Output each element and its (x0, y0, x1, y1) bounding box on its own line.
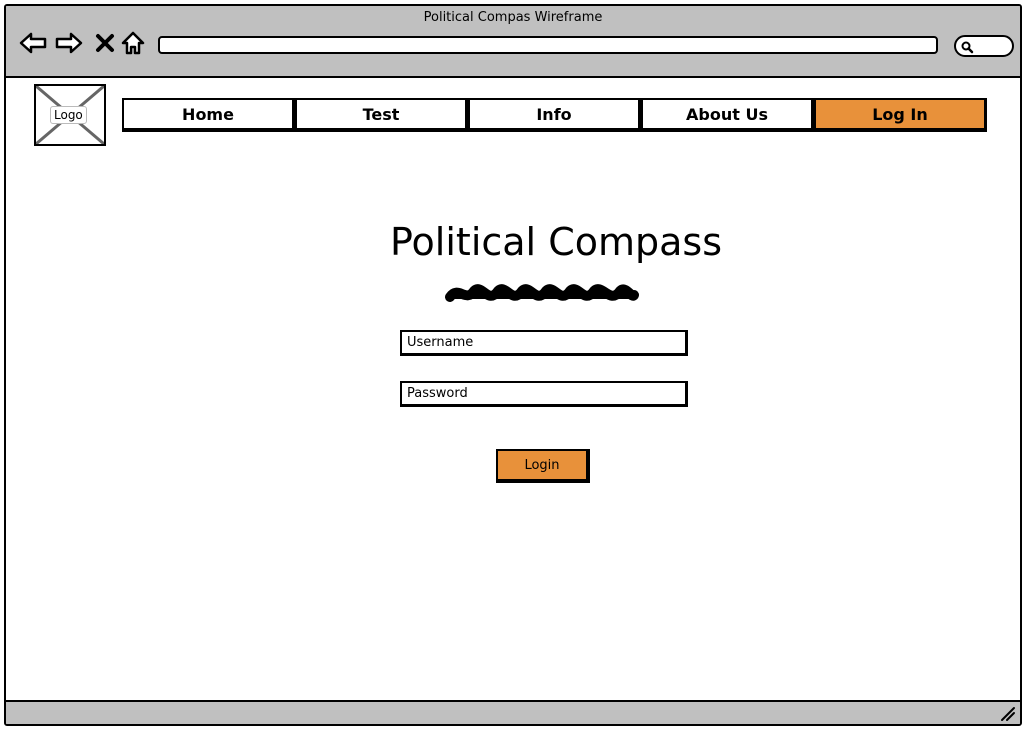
page-title: Political Compass (390, 220, 722, 264)
tab-home[interactable]: Home (122, 98, 295, 132)
search-icon (961, 41, 974, 54)
home-icon[interactable] (118, 28, 148, 58)
tab-info[interactable]: Info (468, 98, 641, 132)
url-bar[interactable] (158, 36, 938, 54)
tab-log-in[interactable]: Log In (814, 98, 987, 132)
forward-arrow-icon[interactable] (54, 28, 84, 58)
window-title: Political Compas Wireframe (423, 10, 603, 25)
tab-test[interactable]: Test (295, 98, 468, 132)
password-input[interactable] (400, 381, 688, 407)
browser-search-box[interactable] (954, 35, 1014, 57)
tab-about-us[interactable]: About Us (641, 98, 814, 132)
resize-grip-icon[interactable] (1000, 706, 1016, 722)
logo-label: Logo (50, 106, 87, 124)
username-input[interactable] (400, 330, 688, 356)
browser-toolbar: Political Compas Wireframe (6, 6, 1020, 78)
back-arrow-icon[interactable] (18, 28, 48, 58)
status-bar (6, 700, 1020, 724)
close-x-icon[interactable] (90, 28, 120, 58)
logo-placeholder[interactable]: Logo (34, 84, 106, 146)
browser-window: Political Compas Wireframe Logo Home Tes… (4, 4, 1022, 726)
main-nav-tabs: Home Test Info About Us Log In (122, 98, 987, 134)
subtitle-scribble (445, 284, 639, 302)
login-button[interactable]: Login (496, 449, 590, 483)
